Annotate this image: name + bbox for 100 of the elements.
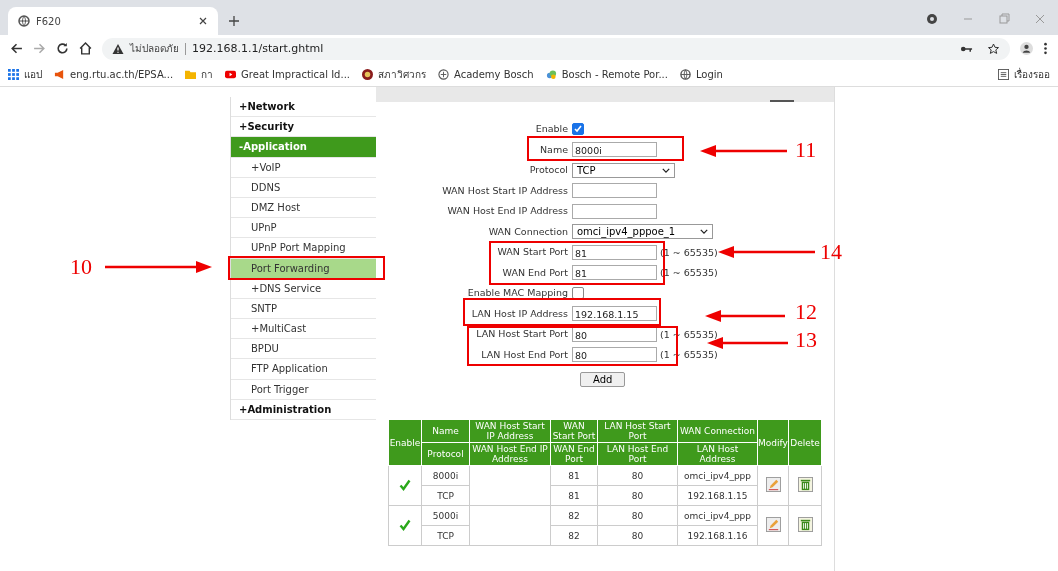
bookmark[interactable]: Academy Bosch bbox=[438, 68, 534, 80]
annotation-number: 10 bbox=[70, 255, 92, 279]
table-cell: 82 bbox=[550, 525, 598, 546]
field-label: LAN Host IP Address bbox=[470, 306, 568, 321]
menu-item[interactable]: +VoIP bbox=[231, 157, 376, 178]
home-icon[interactable] bbox=[79, 42, 92, 55]
field-label: WAN Host End IP Address bbox=[446, 204, 568, 218]
checkbox[interactable] bbox=[572, 287, 584, 300]
megaphone-icon bbox=[54, 68, 65, 80]
bookmark[interactable]: สภาวิศวกร bbox=[362, 66, 426, 82]
menu-item[interactable]: UPnP bbox=[231, 218, 376, 239]
bookmark[interactable]: Bosch - Remote Por... bbox=[545, 68, 668, 80]
input-field[interactable] bbox=[572, 203, 657, 219]
bookmark[interactable]: Login bbox=[679, 68, 723, 80]
table-cell: 80 bbox=[597, 505, 678, 526]
trash-icon[interactable] bbox=[797, 477, 813, 492]
field-label: LAN Host Start Port bbox=[475, 327, 568, 341]
field-label: Enable bbox=[534, 122, 568, 136]
reading-list-button[interactable]: เรื่องรออ bbox=[998, 66, 1050, 82]
play-icon bbox=[225, 68, 237, 80]
bookmark[interactable]: กา bbox=[185, 66, 214, 82]
menu-item[interactable]: BPDU bbox=[231, 339, 376, 360]
column-header: Enable bbox=[388, 419, 422, 466]
field-label: WAN Host Start IP Address bbox=[441, 183, 568, 198]
menu-item[interactable]: UPnP Port Mapping bbox=[231, 238, 376, 259]
star-icon[interactable] bbox=[987, 42, 1000, 55]
field-label: LAN Host End Port bbox=[480, 347, 568, 362]
browser-tab[interactable]: F620 bbox=[8, 7, 218, 35]
column-header: LAN Host Start Port bbox=[597, 419, 678, 443]
table-cell: 80 bbox=[597, 465, 678, 486]
table-cell: 80 bbox=[597, 525, 678, 546]
bookmark[interactable]: Great Impractical Id... bbox=[225, 68, 350, 80]
table-cell: omci_ipv4_ppp bbox=[677, 505, 758, 526]
checkbox[interactable] bbox=[572, 123, 584, 136]
plus-icon[interactable] bbox=[228, 15, 240, 27]
address-bar[interactable]: ไม่ปลอดภัย 192.168.1.1/start.ghtml bbox=[102, 37, 1010, 60]
input-field[interactable]: 8000i bbox=[572, 142, 657, 158]
edit-icon[interactable] bbox=[765, 517, 781, 532]
menu-item[interactable]: DDNS bbox=[231, 177, 376, 198]
menu-item[interactable]: DMZ Host bbox=[231, 197, 376, 219]
cloud-icon bbox=[545, 68, 557, 80]
annotation-number: 11 bbox=[795, 138, 817, 162]
table-cell: 5000i bbox=[421, 505, 470, 526]
table-cell: 82 bbox=[550, 505, 598, 526]
table-cell: 80 bbox=[597, 485, 678, 506]
globe-icon bbox=[679, 68, 691, 80]
field-label: Name bbox=[538, 142, 568, 157]
menu-item[interactable]: +MultiCast bbox=[231, 319, 376, 340]
annotation-number: 14 bbox=[820, 240, 842, 264]
menu-section[interactable]: +Network bbox=[231, 97, 376, 118]
column-header: Modify bbox=[757, 419, 789, 466]
table-cell: 8000i bbox=[421, 465, 470, 486]
input-field[interactable] bbox=[572, 183, 657, 199]
input-field[interactable]: 81 bbox=[572, 244, 657, 260]
back-icon[interactable] bbox=[10, 42, 23, 55]
seal-icon bbox=[362, 68, 373, 80]
input-field[interactable]: 80 bbox=[572, 347, 657, 363]
warning-icon bbox=[112, 42, 124, 55]
field-label: WAN End Port bbox=[501, 265, 568, 280]
forward-icon[interactable] bbox=[33, 42, 46, 55]
dropdown[interactable]: TCP bbox=[572, 162, 675, 178]
table-cell: omci_ipv4_ppp bbox=[677, 465, 758, 486]
menu-section[interactable]: -Application bbox=[231, 137, 376, 158]
bookmark[interactable]: แอป bbox=[8, 66, 42, 82]
table-cell: 81 bbox=[550, 485, 598, 506]
chevron-icon bbox=[700, 229, 708, 235]
field-label: Enable MAC Mapping bbox=[466, 286, 568, 300]
menu-section[interactable]: +Administration bbox=[231, 399, 376, 420]
add-button[interactable]: Add bbox=[580, 371, 626, 387]
list-icon bbox=[998, 68, 1009, 80]
menu-icon[interactable] bbox=[1043, 42, 1048, 55]
menu-item[interactable]: SNTP bbox=[231, 298, 376, 320]
account-icon[interactable] bbox=[1020, 42, 1033, 55]
input-field[interactable]: 81 bbox=[572, 265, 657, 281]
profile-icon[interactable] bbox=[926, 13, 938, 25]
menu-item[interactable]: Port Forwarding bbox=[231, 258, 376, 279]
url-text: 192.168.1.1/start.ghtml bbox=[192, 42, 324, 55]
menu-item[interactable]: Port Trigger bbox=[231, 379, 376, 400]
grid-icon bbox=[8, 68, 19, 80]
folder-icon bbox=[185, 68, 197, 80]
column-header: WAN Start Port bbox=[550, 419, 598, 443]
close-icon[interactable] bbox=[198, 16, 208, 26]
table-cell: 81 bbox=[550, 465, 598, 486]
column-header: WAN Connection bbox=[677, 419, 758, 443]
input-field[interactable]: 80 bbox=[572, 326, 657, 342]
trash-icon[interactable] bbox=[797, 517, 813, 532]
security-label: ไม่ปลอดภัย bbox=[130, 42, 179, 56]
field-label: Protocol bbox=[528, 163, 568, 177]
annotation-number: 13 bbox=[795, 328, 817, 352]
column-header: WAN Host Start IP Address bbox=[469, 419, 551, 443]
input-field[interactable]: 192.168.1.15 bbox=[572, 306, 657, 322]
dropdown[interactable]: omci_ipv4_pppoe_1 bbox=[572, 224, 713, 240]
reload-icon[interactable] bbox=[56, 42, 69, 55]
menu-item[interactable]: +DNS Service bbox=[231, 278, 376, 299]
annotation-number: 12 bbox=[795, 300, 817, 324]
tab-title: F620 bbox=[36, 15, 62, 27]
column-header: Delete bbox=[788, 419, 822, 466]
menu-item[interactable]: FTP Application bbox=[231, 359, 376, 380]
bookmark[interactable]: eng.rtu.ac.th/EPSA... bbox=[54, 68, 174, 80]
edit-icon[interactable] bbox=[765, 477, 781, 492]
